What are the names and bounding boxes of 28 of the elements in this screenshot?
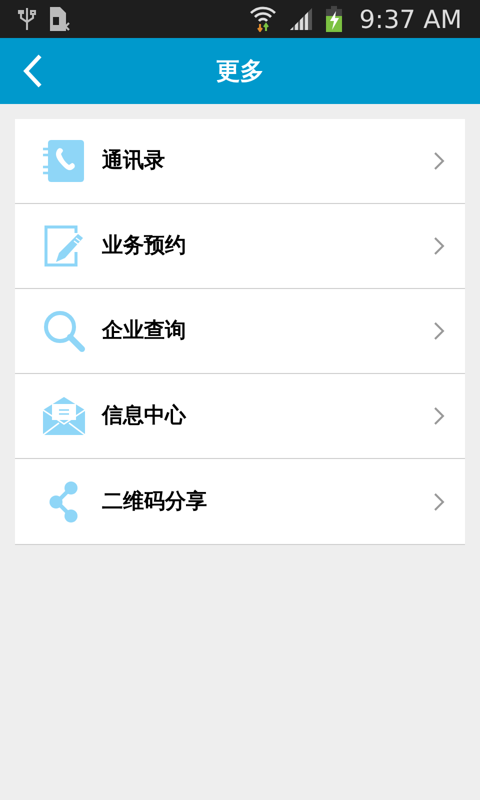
phone-book-icon — [42, 139, 86, 183]
share-icon — [49, 480, 79, 522]
sim-card-icon — [48, 6, 72, 32]
back-icon — [22, 54, 44, 88]
menu-label: 二维码分享 — [102, 488, 208, 515]
menu-item[interactable]: 业务预约 — [15, 204, 465, 289]
chevron-right-icon — [433, 321, 445, 341]
page-title: 更多 — [216, 56, 264, 87]
chevron-right-icon — [433, 236, 445, 256]
chevron-right-icon — [433, 406, 445, 426]
wifi-icon — [249, 6, 278, 32]
menu-item[interactable]: 二维码分享 — [15, 459, 465, 544]
clock-time: 9:37 AM — [359, 6, 462, 32]
signal-icon — [289, 7, 314, 31]
battery-charging-icon — [325, 6, 344, 32]
menu-label: 业务预约 — [102, 232, 187, 260]
envelope-icon — [42, 396, 86, 436]
menu-item[interactable]: 通讯录 — [15, 119, 465, 204]
menu-item[interactable]: 信息中心 — [15, 374, 465, 459]
usb-icon — [18, 7, 36, 31]
edit-note-icon — [42, 224, 86, 268]
menu-label: 信息中心 — [102, 402, 188, 430]
chevron-right-icon — [433, 151, 445, 171]
chevron-right-icon — [433, 492, 445, 512]
menu-label: 通讯录 — [102, 147, 166, 174]
search-icon — [42, 309, 86, 353]
menu-item[interactable]: 企业查询 — [15, 289, 465, 374]
menu-label: 企业查询 — [102, 317, 187, 344]
